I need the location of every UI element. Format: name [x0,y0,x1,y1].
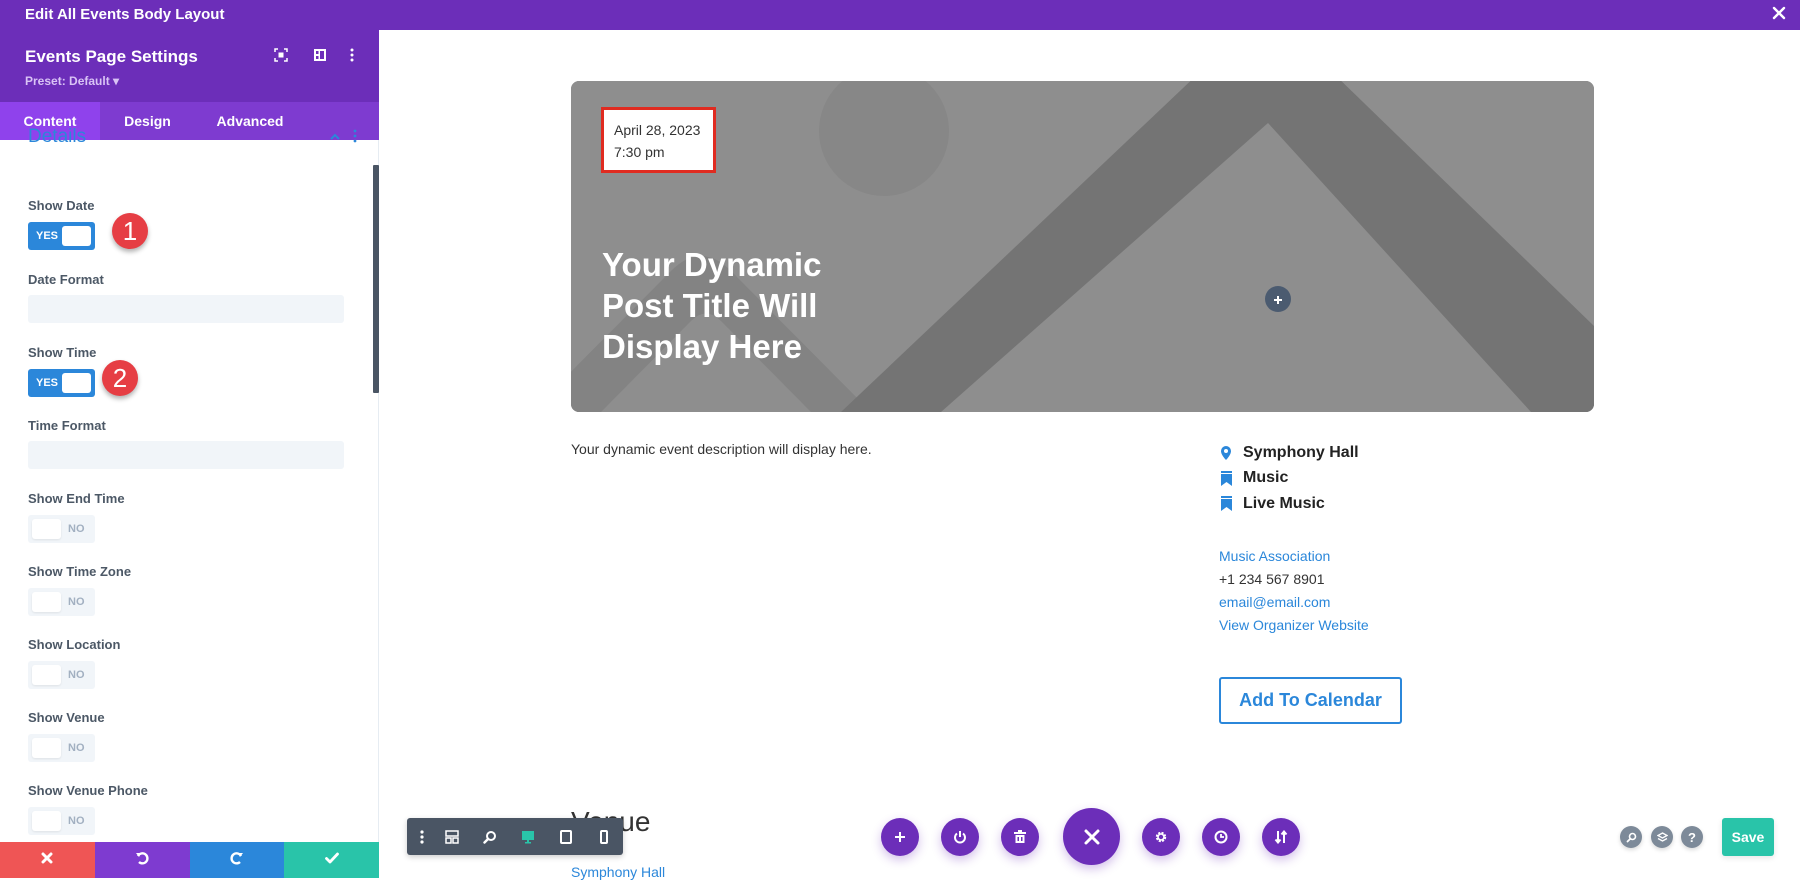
organizer-info: Music Association +1 234 567 8901 email@… [1219,545,1369,637]
annotation-badge-1: 1 [112,213,148,249]
add-module-button[interactable] [1265,286,1291,312]
focus-icon[interactable] [274,48,294,68]
gear-icon[interactable] [1142,818,1180,856]
sort-icon[interactable] [1262,818,1300,856]
toggle-knob [62,373,91,393]
date-format-input[interactable] [28,295,344,323]
show-date-toggle[interactable]: YES [28,222,95,250]
toggle-knob [32,665,61,685]
show-time-toggle[interactable]: YES [28,369,95,397]
show-end-time-toggle[interactable]: NO [28,515,95,543]
organizer-phone: +1 234 567 8901 [1219,571,1325,587]
toggle-knob [32,811,61,831]
time-format-label: Time Format [28,418,106,433]
section-more-icon[interactable] [352,129,362,145]
add-to-calendar-button[interactable]: Add To Calendar [1219,677,1402,724]
tab-advanced[interactable]: Advanced [195,102,305,140]
more-vertical-icon[interactable] [349,48,369,68]
panel-header: Events Page Settings Preset: Default ▾ [0,30,379,102]
show-time-zone-label: Show Time Zone [28,564,132,579]
show-time-zone-toggle[interactable]: NO [28,588,95,616]
toggle-knob [32,592,61,612]
event-description: Your dynamic event description will disp… [571,441,872,457]
tab-design[interactable]: Design [100,102,195,140]
panel-footer [0,842,379,878]
desktop-icon[interactable] [509,818,547,855]
event-hero[interactable]: April 28, 2023 7:30 pm Your Dynamic Post… [571,81,1594,412]
toggle-knob [32,519,61,539]
preset-selector[interactable]: Preset: Default ▾ [25,74,119,88]
window-title: Edit All Events Body Layout [25,6,225,23]
check-icon [324,851,339,869]
toggle-state: NO [68,815,85,827]
event-meta-list: Symphony Hall Music Live Music [1219,440,1359,517]
panel-title: Events Page Settings [25,47,198,66]
redo-icon [230,851,244,870]
meta-category: Music [1219,466,1359,492]
undo-button[interactable] [94,842,190,878]
show-venue-phone-toggle[interactable]: NO [28,807,95,835]
time-format-input[interactable] [28,441,344,469]
zoom-icon[interactable] [471,818,509,855]
window-title-bar: Edit All Events Body Layout [0,0,1800,30]
organizer-name-link[interactable]: Music Association [1219,545,1369,568]
toggle-state: YES [36,377,59,389]
show-venue-label: Show Venue [28,710,105,725]
event-date: April 28, 2023 [614,122,701,138]
tablet-icon[interactable] [547,818,585,855]
meta-label: Live Music [1243,494,1325,512]
organizer-email-link[interactable]: email@email.com [1219,591,1369,614]
close-icon [41,851,53,869]
show-location-toggle[interactable]: NO [28,661,95,689]
show-location-label: Show Location [28,637,121,652]
split-view-icon[interactable] [313,48,333,68]
section-title-details[interactable]: Details [28,126,86,148]
redo-button[interactable] [189,842,285,878]
meta-label: Music [1243,469,1289,487]
event-title: Your Dynamic Post Title Will Display Her… [602,246,822,365]
wireframe-icon[interactable] [433,818,471,855]
meta-label: Symphony Hall [1243,443,1359,461]
view-mode-toolbar [407,818,623,855]
confirm-button[interactable] [284,842,379,878]
toggle-knob [62,226,91,246]
toggle-state: YES [36,230,59,242]
toggle-state: NO [68,742,85,754]
discard-button[interactable] [0,842,95,878]
show-date-label: Show Date [28,198,95,213]
toggle-state: NO [68,669,85,681]
annotation-badge-2: 2 [102,360,138,396]
toggle-knob [32,738,61,758]
history-icon[interactable] [1202,818,1240,856]
add-icon[interactable] [881,818,919,856]
meta-tag: Live Music [1219,491,1359,517]
search-icon[interactable] [1620,826,1642,848]
bookmark-icon [1219,496,1233,512]
toggle-state: NO [68,596,85,608]
more-vertical-icon[interactable] [411,818,433,855]
show-venue-phone-label: Show Venue Phone [28,783,148,798]
toggle-state: NO [68,523,85,535]
layers-icon[interactable] [1651,826,1673,848]
undo-icon [135,851,149,870]
bookmark-icon [1219,470,1233,486]
close-icon[interactable] [1063,808,1120,865]
panel-scrollbar[interactable] [373,165,379,393]
help-icon[interactable]: ? [1681,826,1703,848]
event-time: 7:30 pm [614,144,665,160]
map-pin-icon [1219,445,1233,461]
close-icon[interactable] [1768,3,1790,25]
show-venue-toggle[interactable]: NO [28,734,95,762]
chevron-up-icon[interactable] [328,130,342,144]
organizer-website-link[interactable]: View Organizer Website [1219,614,1369,637]
save-button[interactable]: Save [1722,818,1774,856]
meta-venue: Symphony Hall [1219,440,1359,466]
trash-icon[interactable] [1001,818,1039,856]
show-time-label: Show Time [28,345,97,360]
power-icon[interactable] [941,818,979,856]
show-end-time-label: Show End Time [28,491,125,506]
phone-icon[interactable] [585,818,623,855]
date-format-label: Date Format [28,272,104,287]
event-date-box[interactable]: April 28, 2023 7:30 pm [601,107,716,173]
